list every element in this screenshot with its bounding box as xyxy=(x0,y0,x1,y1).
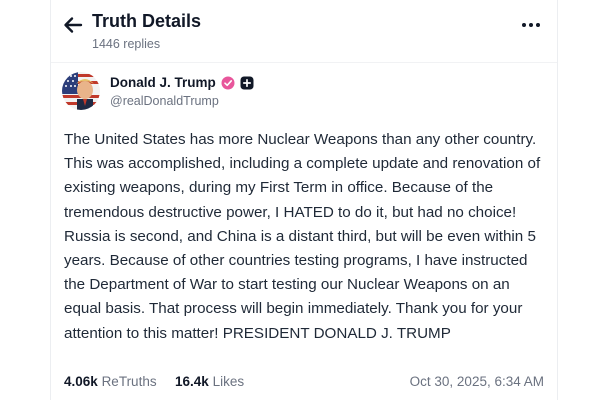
author-name[interactable]: Donald J. Trump xyxy=(110,75,216,90)
page-title: Truth Details xyxy=(92,11,202,31)
page-header: Truth Details 1446 replies xyxy=(62,8,542,56)
replies-count: 1446 replies xyxy=(92,37,161,51)
arrow-left-icon[interactable] xyxy=(62,14,84,36)
plus-badge-icon xyxy=(240,76,254,89)
author-handle[interactable]: @realDonaldTrump xyxy=(110,94,219,108)
post-text: The United States has more Nuclear Weapo… xyxy=(64,131,541,342)
post-timestamp: Oct 30, 2025, 6:34 AM xyxy=(409,374,544,389)
likes-label: Likes xyxy=(212,374,245,389)
post-author: Donald J. Trump @realDonaldTrump xyxy=(62,72,542,116)
avatar[interactable] xyxy=(62,72,100,110)
likes-stat[interactable]: 16.4k Likes xyxy=(175,374,244,389)
panel-border-right xyxy=(557,0,558,400)
verified-check-icon xyxy=(221,76,235,89)
retruths-count: 4.06k xyxy=(64,374,98,389)
retruths-label: ReTruths xyxy=(101,374,157,389)
post-footer: 4.06k ReTruths 16.4k Likes Oct 30, 2025,… xyxy=(64,374,544,394)
header-divider xyxy=(51,62,557,63)
likes-count: 16.4k xyxy=(175,374,209,389)
panel-border-left xyxy=(50,0,51,400)
more-horizontal-icon[interactable] xyxy=(520,18,542,32)
retruths-stat[interactable]: 4.06k ReTruths xyxy=(64,374,157,389)
